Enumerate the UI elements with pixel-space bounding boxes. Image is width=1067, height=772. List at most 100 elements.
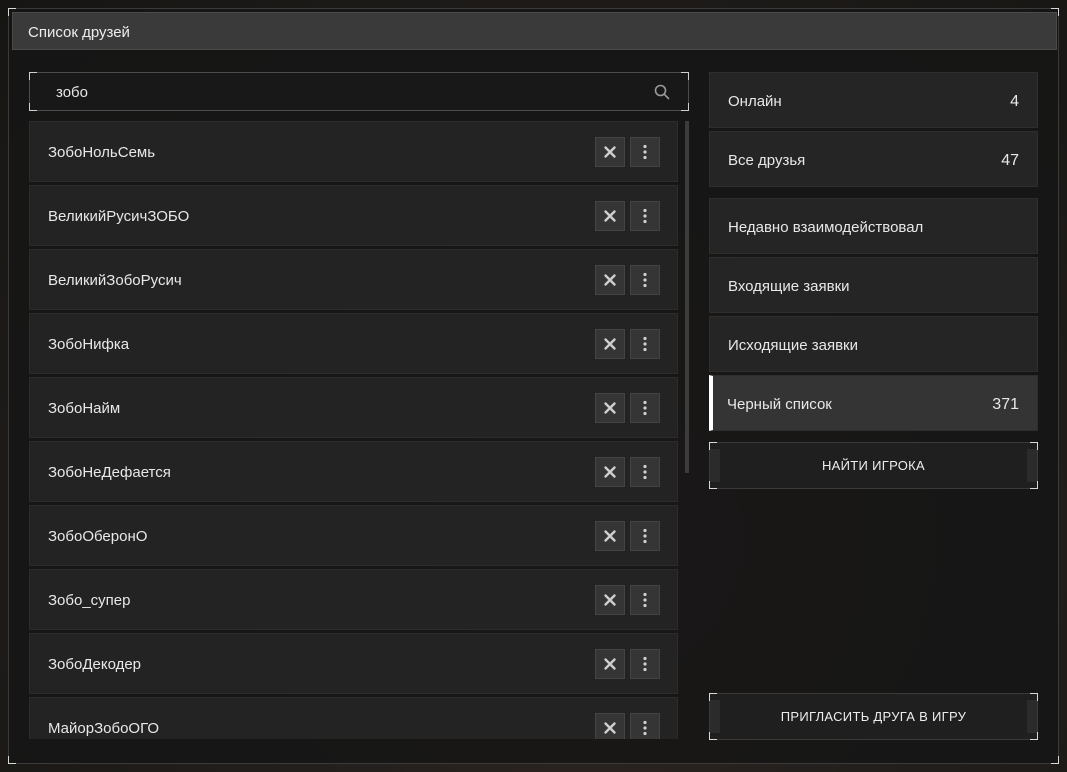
nav-label: Черный список: [727, 396, 832, 413]
list-item[interactable]: ЗобоНеДефается: [29, 441, 678, 502]
close-icon: [604, 530, 616, 542]
list-item[interactable]: ВеликийРусичЗОБО: [29, 185, 678, 246]
close-icon: [604, 466, 616, 478]
button-corner: [1030, 442, 1038, 450]
nav-item-all-friends[interactable]: Все друзья 47: [709, 131, 1038, 187]
friend-name: ЗобоНольСемь: [48, 144, 156, 161]
close-icon: [604, 658, 616, 670]
nav-item-incoming[interactable]: Входящие заявки: [709, 257, 1038, 313]
frame-corner: [1051, 756, 1059, 764]
remove-friend-button[interactable]: [595, 137, 625, 167]
friend-name: ЗобоДекодер: [48, 656, 142, 673]
friend-name: ЗобоОберонО: [48, 528, 148, 545]
remove-friend-button[interactable]: [595, 265, 625, 295]
remove-friend-button[interactable]: [595, 585, 625, 615]
nav-count: 4: [1010, 93, 1019, 110]
remove-friend-button[interactable]: [595, 393, 625, 423]
more-options-button[interactable]: [630, 713, 660, 739]
frame-corner: [8, 756, 16, 764]
more-options-button[interactable]: [630, 393, 660, 423]
nav-label: Онлайн: [728, 93, 782, 110]
button-corner: [709, 732, 717, 740]
friends-list: ЗобоНольСемь ВеликийРусичЗОБО ВеликийЗоб…: [29, 121, 679, 739]
remove-friend-button[interactable]: [595, 201, 625, 231]
more-options-button[interactable]: [630, 649, 660, 679]
close-icon: [604, 274, 616, 286]
list-item[interactable]: ЗобоДекодер: [29, 633, 678, 694]
nav-label: Все друзья: [728, 152, 806, 169]
button-side-accent: [710, 700, 720, 733]
nav-count: 47: [1001, 152, 1019, 169]
search-corner: [29, 103, 37, 111]
nav-item-recent[interactable]: Недавно взаимодействовал: [709, 198, 1038, 254]
search-corner: [681, 103, 689, 111]
more-vertical-icon: [643, 144, 647, 160]
friend-name: ВеликийРусичЗОБО: [48, 208, 190, 225]
friend-name: ЗобоНайм: [48, 400, 121, 417]
button-corner: [709, 481, 717, 489]
list-item[interactable]: ЗобоНольСемь: [29, 121, 678, 182]
find-player-button[interactable]: НАЙТИ ИГРОКА: [709, 442, 1038, 489]
friend-name: ВеликийЗобоРусич: [48, 272, 182, 289]
nav-item-blacklist[interactable]: Черный список 371: [709, 375, 1038, 431]
remove-friend-button[interactable]: [595, 649, 625, 679]
search-corner: [29, 72, 37, 80]
button-corner: [709, 442, 717, 450]
nav-item-online[interactable]: Онлайн 4: [709, 72, 1038, 128]
close-icon: [604, 210, 616, 222]
list-item[interactable]: ВеликийЗобоРусич: [29, 249, 678, 310]
friend-name: Зобо_супер: [48, 592, 131, 609]
more-options-button[interactable]: [630, 265, 660, 295]
search-input[interactable]: [56, 82, 636, 102]
nav-label: Входящие заявки: [728, 278, 850, 295]
close-icon: [604, 402, 616, 414]
more-options-button[interactable]: [630, 201, 660, 231]
nav-item-outgoing[interactable]: Исходящие заявки: [709, 316, 1038, 372]
list-item[interactable]: Зобо_супер: [29, 569, 678, 630]
more-options-button[interactable]: [630, 457, 660, 487]
list-scrollbar[interactable]: [685, 121, 689, 473]
search-corner: [681, 72, 689, 80]
button-side-accent: [710, 449, 720, 482]
remove-friend-button[interactable]: [595, 521, 625, 551]
more-options-button[interactable]: [630, 585, 660, 615]
friend-name: ЗобоНифка: [48, 336, 130, 353]
remove-friend-button[interactable]: [595, 457, 625, 487]
more-vertical-icon: [643, 656, 647, 672]
more-vertical-icon: [643, 400, 647, 416]
button-side-accent: [1027, 700, 1037, 733]
close-icon: [604, 594, 616, 606]
friends-window: Список друзей ЗобоНольСемь ВеликийРусичЗ…: [8, 8, 1059, 764]
more-vertical-icon: [643, 272, 647, 288]
search-box: [29, 72, 689, 111]
more-options-button[interactable]: [630, 521, 660, 551]
more-vertical-icon: [643, 464, 647, 480]
more-options-button[interactable]: [630, 329, 660, 359]
search-icon[interactable]: [654, 84, 670, 100]
list-item[interactable]: МайорЗобоОГО: [29, 697, 678, 739]
remove-friend-button[interactable]: [595, 329, 625, 359]
nav-count: 371: [992, 396, 1019, 413]
more-options-button[interactable]: [630, 137, 660, 167]
more-vertical-icon: [643, 208, 647, 224]
nav-label: Недавно взаимодействовал: [728, 219, 924, 236]
list-item[interactable]: ЗобоНифка: [29, 313, 678, 374]
more-vertical-icon: [643, 528, 647, 544]
close-icon: [604, 722, 616, 734]
remove-friend-button[interactable]: [595, 713, 625, 739]
find-player-label: НАЙТИ ИГРОКА: [821, 458, 926, 473]
more-vertical-icon: [643, 336, 647, 352]
button-corner: [1030, 693, 1038, 701]
friend-name: МайорЗобоОГО: [48, 720, 160, 737]
list-item[interactable]: ЗобоОберонО: [29, 505, 678, 566]
button-side-accent: [1027, 449, 1037, 482]
title-bar: Список друзей: [12, 12, 1057, 50]
close-icon: [604, 146, 616, 158]
list-item[interactable]: ЗобоНайм: [29, 377, 678, 438]
friend-name: ЗобоНеДефается: [48, 464, 171, 481]
button-corner: [1030, 732, 1038, 740]
invite-friend-button[interactable]: ПРИГЛАСИТЬ ДРУГА В ИГРУ: [709, 693, 1038, 740]
button-corner: [1030, 481, 1038, 489]
button-corner: [709, 693, 717, 701]
close-icon: [604, 338, 616, 350]
